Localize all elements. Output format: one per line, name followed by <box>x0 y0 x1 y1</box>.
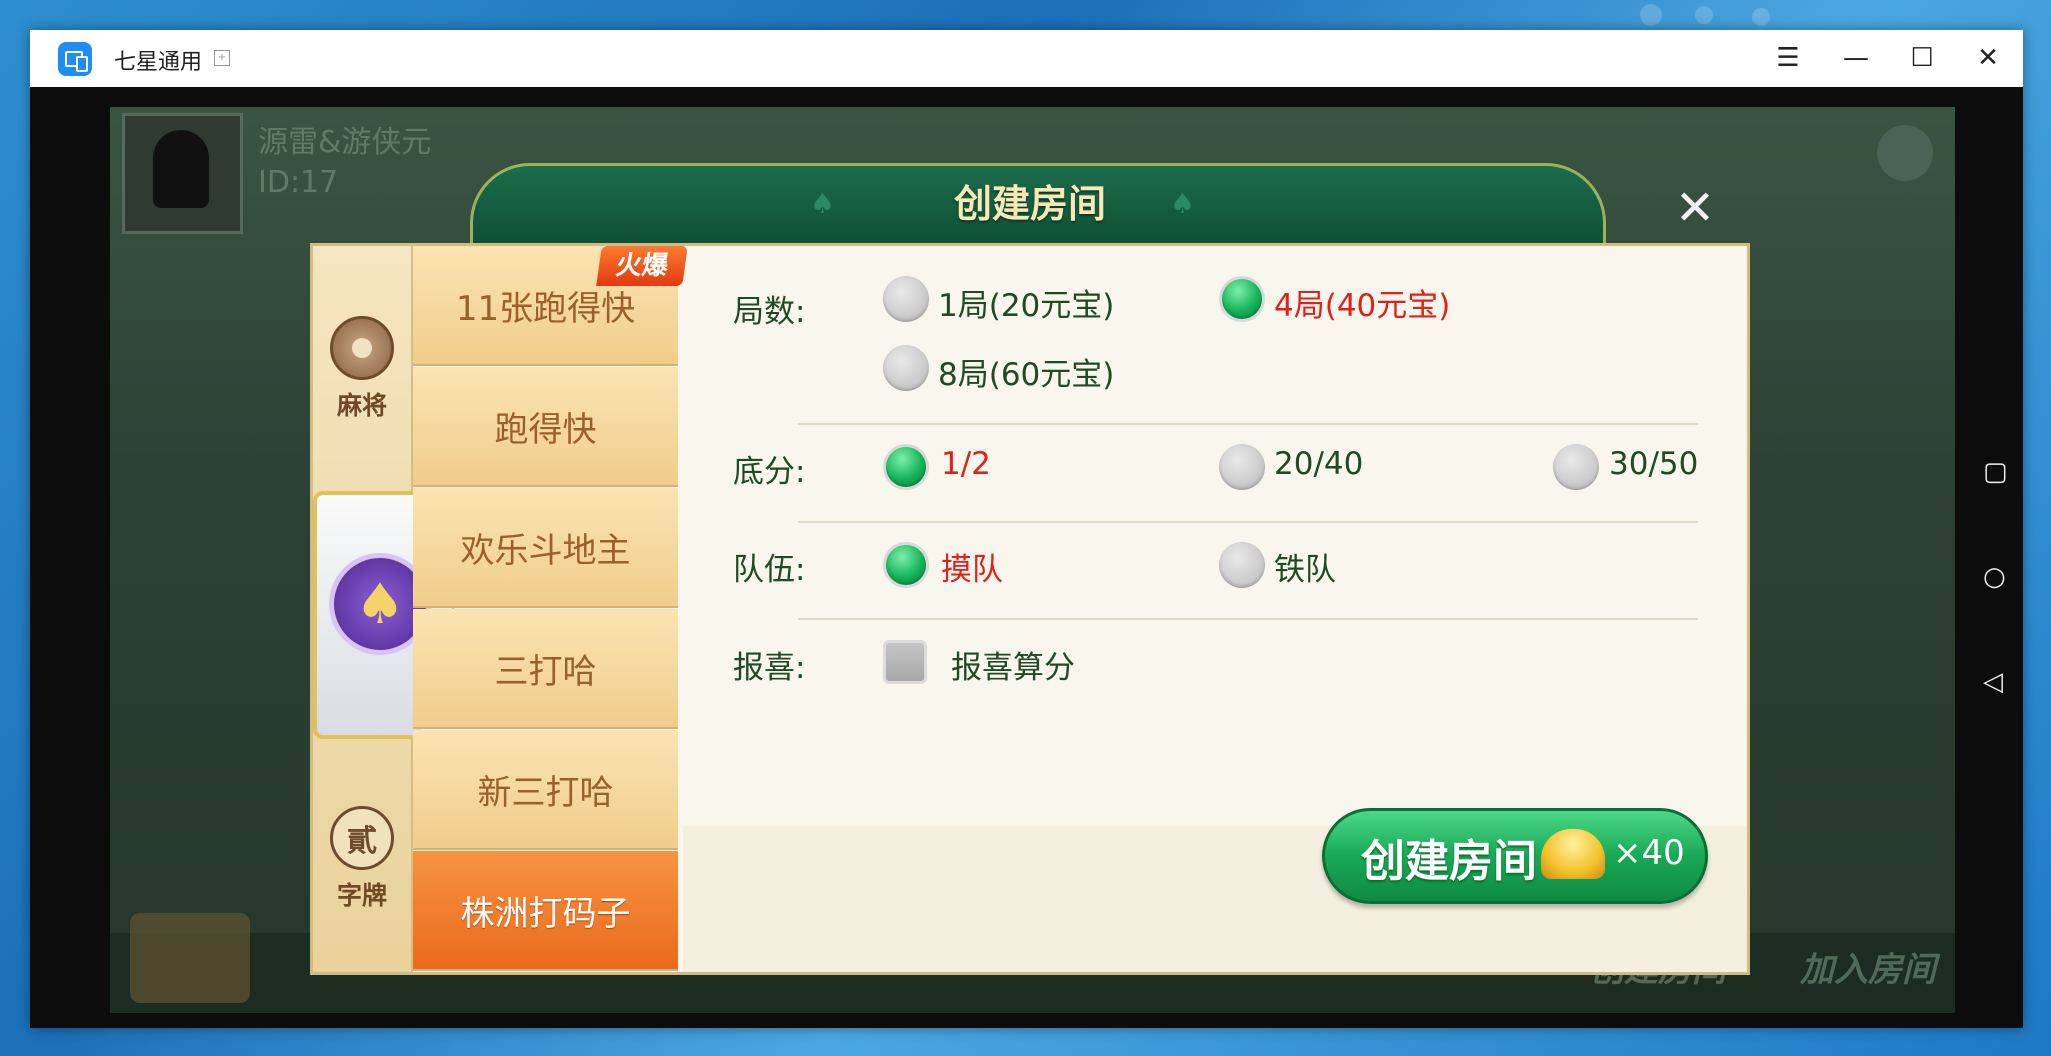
base-option-20-40[interactable]: 20/40 <box>1274 446 1363 482</box>
radio-rounds-8[interactable] <box>883 345 929 391</box>
base-option-30-50[interactable]: 30/50 <box>1609 446 1698 482</box>
game-item-label: 跑得快 <box>494 409 597 450</box>
game-item-label: 新三打哈 <box>477 772 614 813</box>
game-item-paodekuai[interactable]: 跑得快 <box>413 367 678 487</box>
radio-team-mo[interactable] <box>883 542 929 588</box>
player-name: 源雷&游侠元 <box>258 125 432 160</box>
game-item-label: 11张跑得快 <box>455 288 636 329</box>
category-label: 字牌 <box>336 881 387 910</box>
title-bar: 七星通用 + ☰ — ☐ ✕ <box>30 30 2023 87</box>
rounds-option-8[interactable]: 8局(60元宝) <box>938 349 1114 394</box>
radio-rounds-4[interactable] <box>1219 276 1265 322</box>
radio-rounds-1[interactable] <box>883 276 929 322</box>
game-item-new-sandaha[interactable]: 新三打哈 <box>413 730 678 850</box>
create-room-label: 创建房间 <box>1361 836 1537 887</box>
base-score-label: 底分: <box>733 454 806 490</box>
game-list: 11张跑得快 跑得快 欢乐斗地主 三打哈 新三打哈 株洲打码子 火爆 <box>413 246 688 972</box>
category-label: 麻将 <box>336 391 387 420</box>
minimize-icon[interactable]: — <box>1836 38 1876 78</box>
desktop-bubble <box>1752 8 1770 26</box>
game-viewport: 源雷&游侠元 ID:17 创建房间 加入房间 ♠ ♠ 创建房间 ✕ <box>30 87 2023 1028</box>
hot-badge: 火爆 <box>596 246 688 286</box>
create-room-button[interactable]: 创建房间 ×40 <box>1322 808 1708 904</box>
er-char-icon: 貳 <box>330 806 394 870</box>
bonus-label: 报喜: <box>733 650 806 686</box>
team-option-mo[interactable]: 摸队 <box>941 544 1003 589</box>
back-triangle-icon[interactable]: ◁ <box>1983 667 2003 697</box>
desktop-bubble <box>1640 4 1662 26</box>
close-dialog-button[interactable]: ✕ <box>1670 183 1720 233</box>
radio-base-1-2[interactable] <box>883 444 929 490</box>
dialog-title: 创建房间 <box>953 182 1106 226</box>
app-logo-icon <box>58 42 92 76</box>
shop-cart-icon[interactable] <box>130 913 250 1003</box>
gear-icon[interactable] <box>1877 125 1933 181</box>
bonus-checkbox[interactable] <box>883 640 927 684</box>
mahjong-flower-icon <box>330 316 394 380</box>
gold-ingot-icon <box>1541 829 1605 879</box>
window-title: 七星通用 <box>114 50 203 75</box>
divider <box>798 618 1698 620</box>
avatar[interactable] <box>122 113 243 234</box>
maximize-icon[interactable]: ☐ <box>1902 38 1942 78</box>
base-option-1-2[interactable]: 1/2 <box>941 446 991 482</box>
bonus-checkbox-label[interactable]: 报喜算分 <box>951 642 1075 687</box>
game-item-label: 三打哈 <box>494 651 597 692</box>
game-item-doudizhu[interactable]: 欢乐斗地主 <box>413 488 678 608</box>
rounds-option-4[interactable]: 4局(40元宝) <box>1274 280 1450 325</box>
rounds-label: 局数: <box>733 294 806 330</box>
divider <box>798 423 1698 425</box>
desktop-bubble <box>1695 6 1713 24</box>
rounds-option-1[interactable]: 1局(20元宝) <box>938 280 1114 325</box>
circle-icon[interactable]: ○ <box>1983 562 2006 592</box>
game-item-label: 欢乐斗地主 <box>460 530 631 571</box>
game-item-label: 株洲打码子 <box>460 893 631 934</box>
lobby-join-room-button[interactable]: 加入房间 <box>1800 942 1936 991</box>
team-option-tie[interactable]: 铁队 <box>1274 544 1336 589</box>
menu-icon[interactable]: ☰ <box>1768 38 1808 78</box>
dialog-header: ♠ ♠ 创建房间 ✕ <box>310 163 1750 246</box>
radio-team-tie[interactable] <box>1219 542 1265 588</box>
category-zipai[interactable]: 貳 字牌 <box>313 806 411 912</box>
game-item-sandaha[interactable]: 三打哈 <box>413 609 678 729</box>
square-icon[interactable]: ▢ <box>1983 457 2008 487</box>
divider <box>798 521 1698 523</box>
create-room-cost: ×40 <box>1613 833 1685 873</box>
radio-base-20-40[interactable] <box>1219 444 1265 490</box>
app-window: 七星通用 + ☰ — ☐ ✕ 源雷&游侠元 ID:17 创建房间 加入房间 ♠ … <box>30 30 2023 1028</box>
category-mahjong[interactable]: 麻将 <box>313 316 411 422</box>
game-item-zhuzhou-damazi[interactable]: 株洲打码子 <box>413 851 678 971</box>
close-icon[interactable]: ✕ <box>1968 38 2008 78</box>
pin-icon[interactable]: + <box>214 50 230 66</box>
team-label: 队伍: <box>733 552 806 588</box>
radio-base-30-50[interactable] <box>1553 444 1599 490</box>
create-room-dialog: ♠ ♠ 创建房间 ✕ 麻将 貳 字牌 ♠ 11张跑得快 跑得快 欢乐斗地主 三打… <box>310 163 1750 975</box>
